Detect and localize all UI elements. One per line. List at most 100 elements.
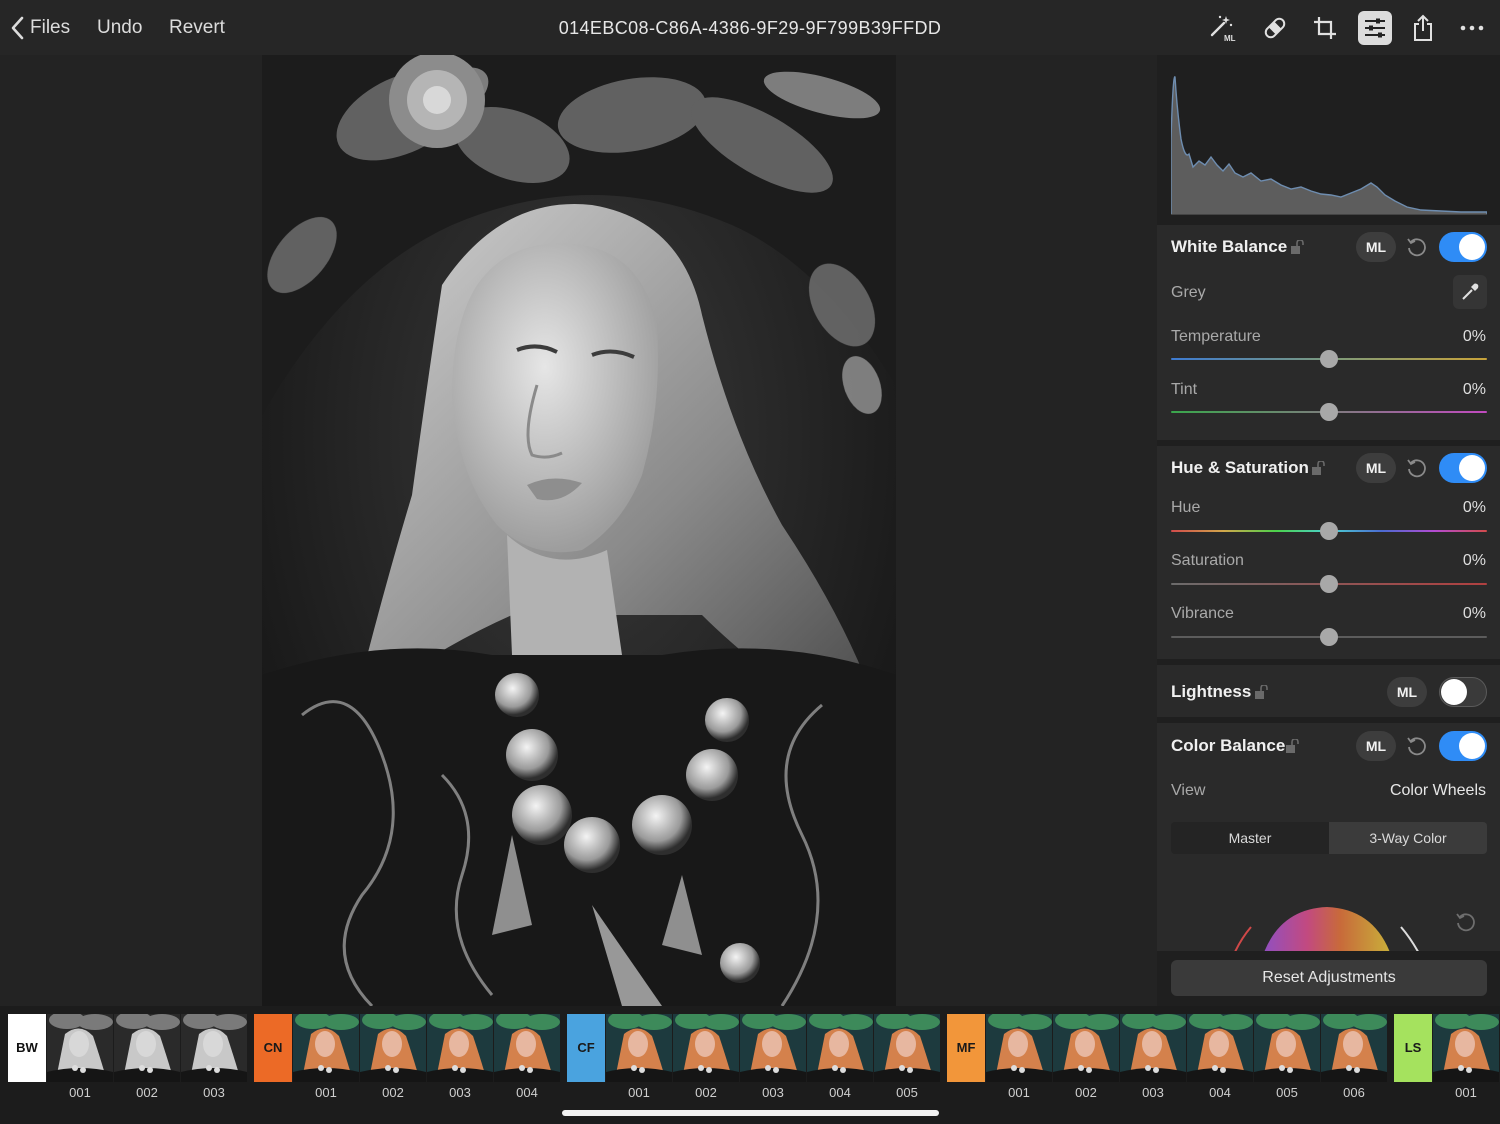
lock-open-icon[interactable] [1312,461,1325,475]
hue-saturation-ml-button[interactable]: ML [1356,453,1396,483]
view-value[interactable]: Color Wheels [1390,780,1486,802]
color-wheel-reset-icon[interactable] [1455,911,1477,933]
preset-thumbnail-label: 004 [516,1085,538,1100]
adjustments-panel: White Balance ML Grey Temperature 0% Tin… [1157,55,1500,1006]
preset-group-badge[interactable]: MF [947,1014,985,1082]
white-balance-section: White Balance ML Grey Temperature 0% Tin… [1157,225,1500,440]
white-balance-toggle[interactable] [1439,232,1487,262]
lock-open-icon[interactable] [1255,685,1268,699]
temperature-thumb[interactable] [1320,350,1338,368]
tint-slider[interactable] [1171,402,1487,422]
hue-saturation-section: Hue & Saturation ML Hue 0% Saturation 0%… [1157,446,1500,659]
preset-thumbnail-label: 005 [896,1085,918,1100]
preset-thumbnail[interactable] [293,1014,359,1082]
eyedropper-button[interactable] [1453,275,1487,309]
histogram [1171,76,1487,215]
undo-button[interactable]: Undo [97,15,142,41]
color-balance-ml-button[interactable]: ML [1356,731,1396,761]
preset-thumbnail[interactable] [47,1014,113,1082]
hue-thumb[interactable] [1320,522,1338,540]
more-button[interactable] [1455,11,1489,45]
preset-thumbnail-image [494,1014,560,1082]
magic-wand-icon: ML [1210,15,1236,43]
preset-thumbnail-image [360,1014,426,1082]
saturation-label: Saturation [1171,552,1244,569]
preset-thumbnail-label: 003 [762,1085,784,1100]
preset-thumbnail[interactable] [874,1014,940,1082]
lightness-toggle[interactable] [1439,677,1487,707]
adjustments-button[interactable] [1358,11,1392,45]
home-indicator[interactable] [562,1110,939,1116]
lightness-ml-button[interactable]: ML [1387,677,1427,707]
preset-thumbnail[interactable] [1120,1014,1186,1082]
preset-thumbnail-label: 003 [203,1085,225,1100]
preset-thumbnail[interactable] [1433,1014,1499,1082]
reset-adjustments-button[interactable]: Reset Adjustments [1171,960,1487,996]
preset-thumbnail-image [181,1014,247,1082]
preset-thumbnail[interactable] [1321,1014,1387,1082]
reset-icon[interactable] [1406,236,1428,258]
share-button[interactable] [1406,11,1440,45]
preset-thumbnail[interactable] [360,1014,426,1082]
tint-thumb[interactable] [1320,403,1338,421]
lock-open-icon[interactable] [1286,739,1299,753]
view-label: View [1171,782,1206,799]
toggle-knob [1459,733,1485,759]
preset-thumbnail-label: 006 [1343,1085,1365,1100]
reset-icon[interactable] [1406,735,1428,757]
preset-group-badge[interactable]: LS [1394,1014,1432,1082]
preset-thumbnail[interactable] [427,1014,493,1082]
temperature-value: 0% [1462,328,1486,345]
preset-thumbnail-image [114,1014,180,1082]
preset-thumbnail[interactable] [494,1014,560,1082]
lock-open-icon[interactable] [1291,240,1304,254]
preset-thumbnail[interactable] [1187,1014,1253,1082]
vibrance-thumb[interactable] [1320,628,1338,646]
share-icon [1414,14,1432,41]
preset-thumbnail[interactable] [673,1014,739,1082]
preset-thumbnail-image [1187,1014,1253,1082]
temperature-slider[interactable] [1171,349,1487,369]
hue-saturation-toggle[interactable] [1439,453,1487,483]
hue-label: Hue [1171,499,1201,516]
hue-saturation-title: Hue & Saturation [1171,458,1309,477]
preset-thumbnail-label: 004 [829,1085,851,1100]
preset-thumbnail-image [807,1014,873,1082]
preset-thumbnail-label: 003 [1142,1085,1164,1100]
vibrance-slider[interactable] [1171,627,1487,647]
edited-photo[interactable] [262,55,896,1006]
preset-thumbnail[interactable] [606,1014,672,1082]
preset-group-badge[interactable]: CF [567,1014,605,1082]
color-balance-toggle[interactable] [1439,731,1487,761]
color-wheel[interactable] [1217,901,1437,951]
preset-thumbnail[interactable] [740,1014,806,1082]
healing-button[interactable] [1258,11,1292,45]
ml-wand-button[interactable]: ML [1205,11,1239,45]
preset-thumbnail[interactable] [114,1014,180,1082]
preset-group-badge[interactable]: CN [254,1014,292,1082]
crop-button[interactable] [1308,11,1342,45]
chevron-left-icon [11,16,24,40]
preset-thumbnail[interactable] [181,1014,247,1082]
preset-thumbnail[interactable] [986,1014,1052,1082]
segment-master[interactable]: Master [1171,822,1329,854]
white-balance-ml-button[interactable]: ML [1356,232,1396,262]
saturation-slider[interactable] [1171,574,1487,594]
preset-thumbnail[interactable] [807,1014,873,1082]
preset-thumbnail-label: 001 [1455,1085,1477,1100]
reset-icon[interactable] [1406,457,1428,479]
hue-slider[interactable] [1171,521,1487,541]
more-icon [1460,25,1484,31]
portrait-image [262,55,896,1006]
top-toolbar: Files Undo Revert 014EBC08-C86A-4386-9F2… [0,0,1500,55]
back-to-files-button[interactable]: Files [10,15,70,41]
back-label: Files [30,17,71,38]
bandage-icon [1264,17,1286,39]
segment-3-way-color[interactable]: 3-Way Color [1329,822,1487,854]
saturation-thumb[interactable] [1320,575,1338,593]
revert-button[interactable]: Revert [169,15,225,41]
preset-group-badge[interactable]: BW [8,1014,46,1082]
preset-thumbnail[interactable] [1254,1014,1320,1082]
preset-thumbnail[interactable] [1053,1014,1119,1082]
preset-thumbnail-label: 005 [1276,1085,1298,1100]
